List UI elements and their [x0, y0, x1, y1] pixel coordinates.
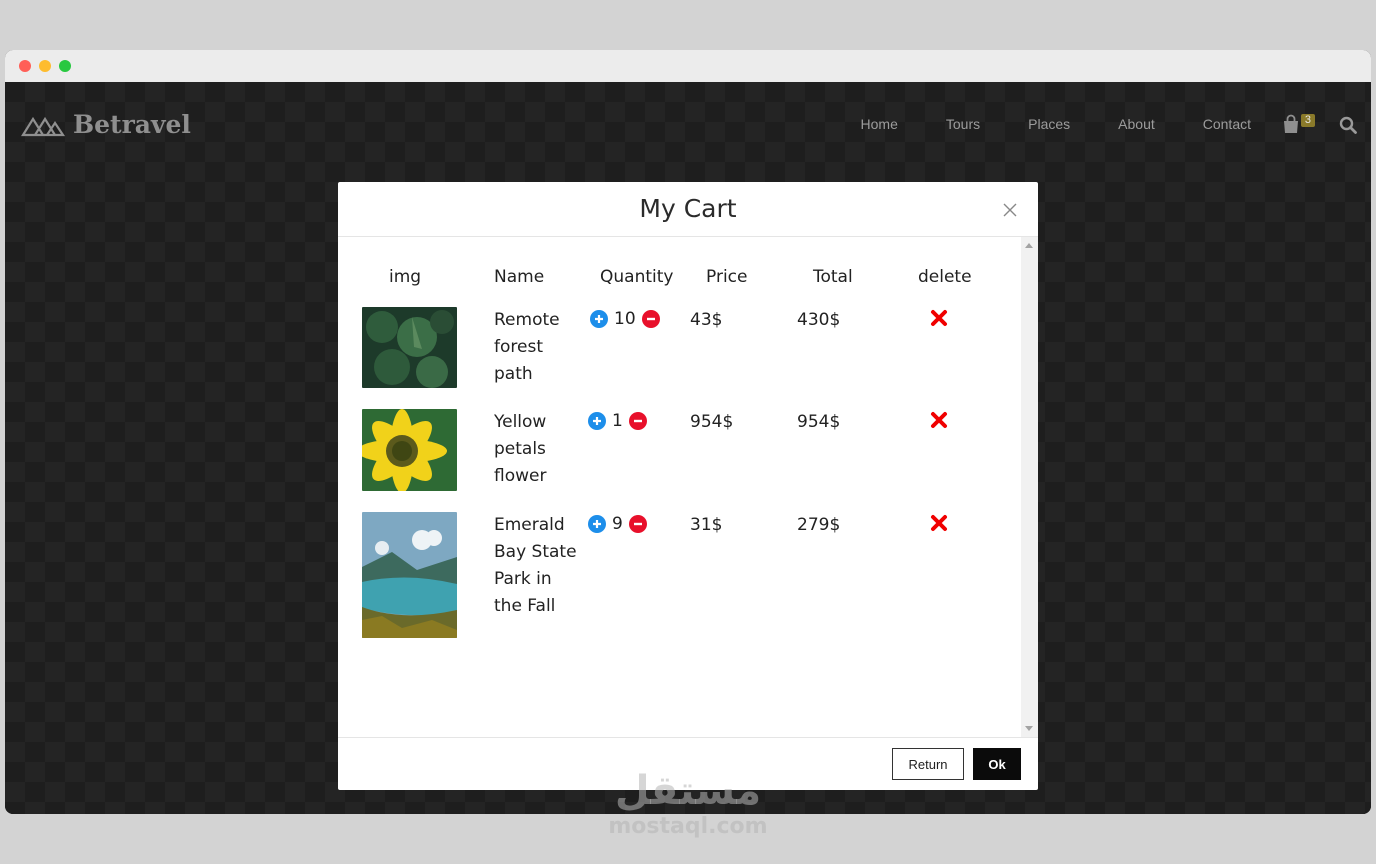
item-name: Remote forest path: [494, 310, 560, 384]
nav-about[interactable]: About: [1118, 116, 1155, 132]
scroll-up-arrow-icon[interactable]: [1025, 243, 1033, 248]
nav-tours[interactable]: Tours: [946, 116, 980, 132]
maximize-window-dot[interactable]: [59, 60, 71, 72]
minus-icon: [633, 522, 642, 526]
browser-titlebar: [5, 50, 1371, 82]
modal-header: My Cart: [338, 182, 1038, 237]
item-price: 43$: [690, 310, 723, 330]
minus-icon: [633, 419, 642, 423]
decrease-quantity-button[interactable]: [628, 515, 647, 533]
table-row: Remote forest path 10 43$ 430$: [362, 307, 1002, 388]
decrease-quantity-button[interactable]: [641, 310, 660, 328]
modal-scrollbar[interactable]: [1021, 237, 1038, 737]
col-header-price: Price: [706, 267, 748, 287]
item-total: 430$: [797, 310, 841, 330]
item-price: 31$: [690, 515, 723, 535]
cart-count-badge: 3: [1300, 114, 1315, 127]
sunflower-thumbnail: [362, 409, 457, 491]
item-price: 954$: [690, 412, 734, 432]
close-window-dot[interactable]: [19, 60, 31, 72]
col-header-img: img: [389, 267, 422, 287]
minimize-window-dot[interactable]: [39, 60, 51, 72]
decrease-quantity-button[interactable]: [628, 412, 647, 430]
ok-button[interactable]: Ok: [973, 748, 1021, 780]
cart-table: img Name Quantity Price Total delete Rem…: [362, 257, 1002, 638]
item-total: 954$: [797, 412, 841, 432]
quantity-stepper: 1: [584, 409, 690, 433]
table-header: img Name Quantity Price Total delete: [362, 257, 1002, 297]
modal-body: img Name Quantity Price Total delete Rem…: [338, 237, 1038, 737]
quantity-value: 10: [614, 308, 636, 329]
increase-quantity-button[interactable]: [590, 310, 608, 328]
mountain-logo-icon: [21, 116, 65, 136]
quantity-value: 1: [612, 410, 623, 431]
lake-thumbnail: [362, 512, 457, 638]
delete-x-icon[interactable]: [930, 514, 948, 532]
cart-modal: My Cart img Name Quantity Price Total de…: [338, 182, 1038, 790]
close-icon[interactable]: [1002, 202, 1018, 218]
search-icon[interactable]: [1339, 116, 1357, 134]
navbar: Betravel Home Tours Places About Contact…: [5, 82, 1371, 168]
nav-menu: Home Tours Places About Contact: [861, 116, 1251, 132]
table-row: Emerald Bay State Park in the Fall 9 31$…: [362, 512, 1002, 638]
item-name: Yellow petals flower: [494, 412, 547, 486]
brand-name: Betravel: [73, 110, 191, 139]
plus-icon: [595, 315, 603, 323]
minus-icon: [646, 317, 655, 321]
watermark-arabic: مستقل: [614, 768, 762, 814]
increase-quantity-button[interactable]: [588, 515, 606, 533]
nav-home[interactable]: Home: [861, 116, 898, 132]
table-row: Yellow petals flower 1 954$ 954$: [362, 409, 1002, 491]
watermark: مستقل mostaql.com: [604, 768, 772, 848]
quantity-stepper: 10: [584, 307, 690, 331]
item-name: Emerald Bay State Park in the Fall: [494, 515, 577, 616]
col-header-name: Name: [494, 267, 545, 287]
col-header-quantity: Quantity: [600, 267, 674, 287]
nav-places[interactable]: Places: [1028, 116, 1070, 132]
nav-contact[interactable]: Contact: [1203, 116, 1251, 132]
return-button[interactable]: Return: [892, 748, 964, 780]
forest-thumbnail: [362, 307, 457, 388]
item-total: 279$: [797, 515, 841, 535]
plus-icon: [593, 417, 601, 425]
modal-title: My Cart: [639, 194, 737, 223]
increase-quantity-button[interactable]: [588, 412, 606, 430]
col-header-delete: delete: [918, 267, 972, 287]
plus-icon: [593, 520, 601, 528]
brand-logo[interactable]: Betravel: [21, 110, 191, 139]
shopping-bag-icon[interactable]: [1281, 114, 1301, 134]
delete-x-icon[interactable]: [930, 411, 948, 429]
quantity-stepper: 9: [584, 512, 690, 536]
quantity-value: 9: [612, 513, 623, 534]
col-header-total: Total: [813, 267, 853, 287]
scroll-down-arrow-icon[interactable]: [1025, 726, 1033, 731]
watermark-latin: mostaql.com: [608, 814, 768, 839]
delete-x-icon[interactable]: [930, 309, 948, 327]
